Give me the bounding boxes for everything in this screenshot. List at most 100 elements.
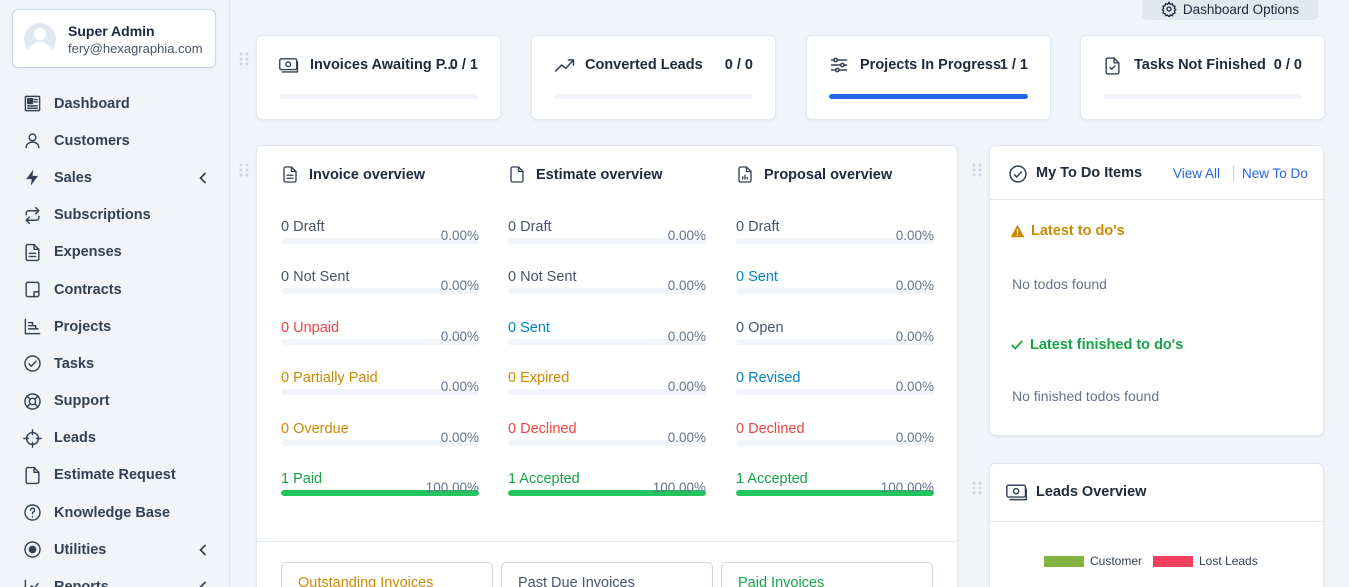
- trend-icon: [22, 577, 42, 587]
- status-row[interactable]: 0 Declined 0.00%: [736, 421, 934, 471]
- check-circle-icon: [1009, 165, 1027, 183]
- sidebar-item-projects[interactable]: Projects: [0, 308, 229, 345]
- status-label[interactable]: 1 Accepted: [508, 471, 580, 487]
- status-row[interactable]: 0 Expired 0.00%: [508, 370, 706, 420]
- legend-swatch: [1044, 555, 1084, 567]
- progress-bar: [279, 94, 478, 99]
- status-label[interactable]: 0 Revised: [736, 370, 800, 386]
- legend-label: Lost Leads: [1199, 554, 1258, 568]
- status-percentage: 0.00%: [895, 278, 934, 294]
- latest-todos-heading: Latest to do's: [1010, 223, 1125, 239]
- overview-title: Invoice overview: [309, 166, 426, 183]
- status-label[interactable]: 1 Accepted: [736, 471, 808, 487]
- tab-outstanding-invoices[interactable]: Outstanding Invoices: [281, 562, 493, 587]
- status-row[interactable]: 0 Overdue 0.00%: [281, 421, 479, 471]
- estimate-icon: [510, 166, 524, 183]
- drag-handle[interactable]: [239, 52, 249, 66]
- sidebar-item-label: Contracts: [54, 281, 122, 298]
- status-percentage: 100.00%: [880, 480, 934, 495]
- status-percentage: 0.00%: [667, 228, 706, 243]
- status-row[interactable]: 0 Sent 0.00%: [508, 320, 706, 370]
- status-label[interactable]: 0 Draft: [281, 219, 325, 235]
- sidebar-item-dashboard[interactable]: Dashboard: [0, 85, 229, 122]
- new-todo-link[interactable]: New To Do: [1242, 166, 1308, 181]
- sidebar-item-knowledge-base[interactable]: Knowledge Base: [0, 494, 229, 531]
- status-row[interactable]: 0 Partially Paid 0.00%: [281, 370, 479, 420]
- status-label[interactable]: 0 Partially Paid: [281, 370, 378, 386]
- status-label[interactable]: 0 Open: [736, 320, 784, 336]
- status-row[interactable]: 0 Unpaid 0.00%: [281, 320, 479, 370]
- sliders-icon: [829, 56, 849, 76]
- drag-handle[interactable]: [239, 163, 249, 177]
- progress-bar: [554, 94, 753, 99]
- status-row[interactable]: 1 Accepted 100.00%: [736, 471, 934, 521]
- status-label[interactable]: 0 Not Sent: [281, 269, 350, 285]
- progress-bar: [1103, 94, 1302, 99]
- status-row[interactable]: 0 Not Sent 0.00%: [508, 269, 706, 319]
- sidebar-item-reports[interactable]: Reports: [0, 568, 229, 587]
- stat-label: Converted Leads: [585, 57, 703, 73]
- status-label[interactable]: 1 Paid: [281, 471, 322, 487]
- check-circle-icon: [22, 354, 42, 374]
- status-row[interactable]: 0 Not Sent 0.00%: [281, 269, 479, 319]
- view-all-link[interactable]: View All: [1173, 166, 1220, 181]
- dashboard-options-label: Dashboard Options: [1182, 1, 1300, 17]
- tab-past-due-invoices[interactable]: Past Due Invoices: [501, 562, 713, 587]
- contract-icon: [22, 280, 42, 300]
- status-percentage: 0.00%: [440, 228, 479, 243]
- sidebar-item-expenses[interactable]: Expenses: [0, 234, 229, 271]
- sidebar-item-contracts[interactable]: Contracts: [0, 271, 229, 308]
- status-percentage: 0.00%: [895, 328, 934, 344]
- status-row[interactable]: 0 Open 0.00%: [736, 320, 934, 370]
- status-row[interactable]: 0 Draft 0.00%: [736, 219, 934, 269]
- tab-paid-invoices[interactable]: Paid Invoices: [721, 562, 933, 587]
- status-row[interactable]: 0 Sent 0.00%: [736, 269, 934, 319]
- status-row[interactable]: 0 Declined 0.00%: [508, 421, 706, 471]
- sidebar-item-sales[interactable]: Sales: [0, 159, 229, 196]
- user-profile-card[interactable]: Super Admin fery@hexagraphia.com: [12, 9, 216, 68]
- check-icon: [1011, 340, 1023, 350]
- legend-item[interactable]: Customer: [1044, 554, 1142, 568]
- chart-icon: [22, 317, 42, 337]
- status-label[interactable]: 0 Unpaid: [281, 320, 339, 336]
- legend-item[interactable]: Lost Leads: [1153, 554, 1258, 568]
- status-row[interactable]: 0 Revised 0.00%: [736, 370, 934, 420]
- status-label[interactable]: 0 Expired: [508, 370, 569, 386]
- sidebar-item-label: Knowledge Base: [54, 504, 171, 521]
- sidebar-item-label: Sales: [54, 169, 92, 186]
- status-label[interactable]: 0 Declined: [508, 421, 577, 437]
- status-row[interactable]: 1 Accepted 100.00%: [508, 471, 706, 521]
- status-row[interactable]: 0 Draft 0.00%: [281, 219, 479, 269]
- drag-handle[interactable]: [972, 163, 982, 177]
- sidebar-item-subscriptions[interactable]: Subscriptions: [0, 197, 229, 234]
- bolt-icon: [22, 168, 42, 188]
- file-text-icon: [22, 242, 42, 262]
- sidebar-item-tasks[interactable]: Tasks: [0, 345, 229, 382]
- sidebar-item-label: Support: [54, 393, 110, 410]
- sidebar-item-utilities[interactable]: Utilities: [0, 531, 229, 568]
- status-label[interactable]: 0 Draft: [508, 219, 552, 235]
- stat-card-invoices-awaiting-p: Invoices Awaiting P... 0 / 1: [256, 35, 501, 120]
- sidebar-item-estimate-request[interactable]: Estimate Request: [0, 457, 229, 494]
- sidebar-item-leads[interactable]: Leads: [0, 420, 229, 457]
- user-icon: [22, 131, 42, 151]
- status-label[interactable]: 0 Sent: [736, 269, 778, 285]
- sidebar-item-label: Utilities: [54, 541, 107, 558]
- status-label[interactable]: 0 Draft: [736, 219, 780, 235]
- dashboard-icon: [22, 94, 42, 114]
- status-label[interactable]: 0 Declined: [736, 421, 805, 437]
- drag-handle[interactable]: [972, 481, 982, 495]
- lifebuoy-icon: [22, 391, 42, 411]
- status-row[interactable]: 0 Draft 0.00%: [508, 219, 706, 269]
- dashboard-options-button[interactable]: Dashboard Options: [1142, 0, 1318, 20]
- status-percentage: 0.00%: [895, 379, 934, 395]
- status-label[interactable]: 0 Sent: [508, 320, 550, 336]
- sidebar-item-label: Expenses: [54, 244, 122, 261]
- status-percentage: 0.00%: [667, 379, 706, 395]
- sidebar-item-support[interactable]: Support: [0, 383, 229, 420]
- status-label[interactable]: 0 Overdue: [281, 421, 349, 437]
- status-row[interactable]: 1 Paid 100.00%: [281, 471, 479, 521]
- sidebar-item-customers[interactable]: Customers: [0, 122, 229, 159]
- avatar: [24, 23, 56, 55]
- status-label[interactable]: 0 Not Sent: [508, 269, 577, 285]
